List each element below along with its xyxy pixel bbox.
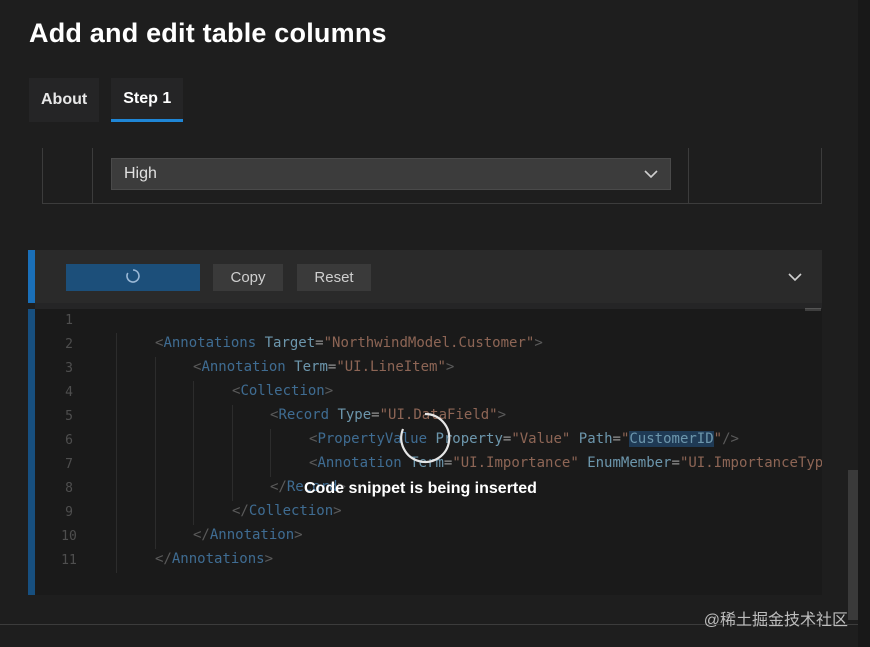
- loading-spinner-icon: [125, 268, 141, 288]
- watermark: @稀土掘金技术社区: [703, 612, 848, 629]
- importance-select[interactable]: High: [111, 158, 671, 190]
- code-toolbar: Copy Reset: [35, 250, 822, 303]
- chevron-down-icon[interactable]: [786, 270, 804, 289]
- page-scrollbar[interactable]: [848, 470, 858, 620]
- table-divider: [688, 148, 689, 203]
- tab-about[interactable]: About: [29, 78, 100, 122]
- importance-select-value: High: [124, 165, 157, 182]
- reset-button[interactable]: Reset: [297, 264, 371, 291]
- page-title: Add and edit table columns: [29, 18, 387, 48]
- tab-list: About Step 1: [29, 78, 184, 122]
- columns-table: High: [42, 148, 822, 204]
- copy-button[interactable]: Copy: [213, 264, 283, 291]
- tab-step-1[interactable]: Step 1: [111, 78, 184, 122]
- table-cell: [43, 148, 93, 203]
- insert-snippet-button[interactable]: [66, 264, 200, 291]
- loading-spinner-icon: [395, 408, 455, 468]
- loading-message: Code snippet is being inserted: [304, 480, 537, 497]
- chevron-down-icon: [642, 165, 660, 188]
